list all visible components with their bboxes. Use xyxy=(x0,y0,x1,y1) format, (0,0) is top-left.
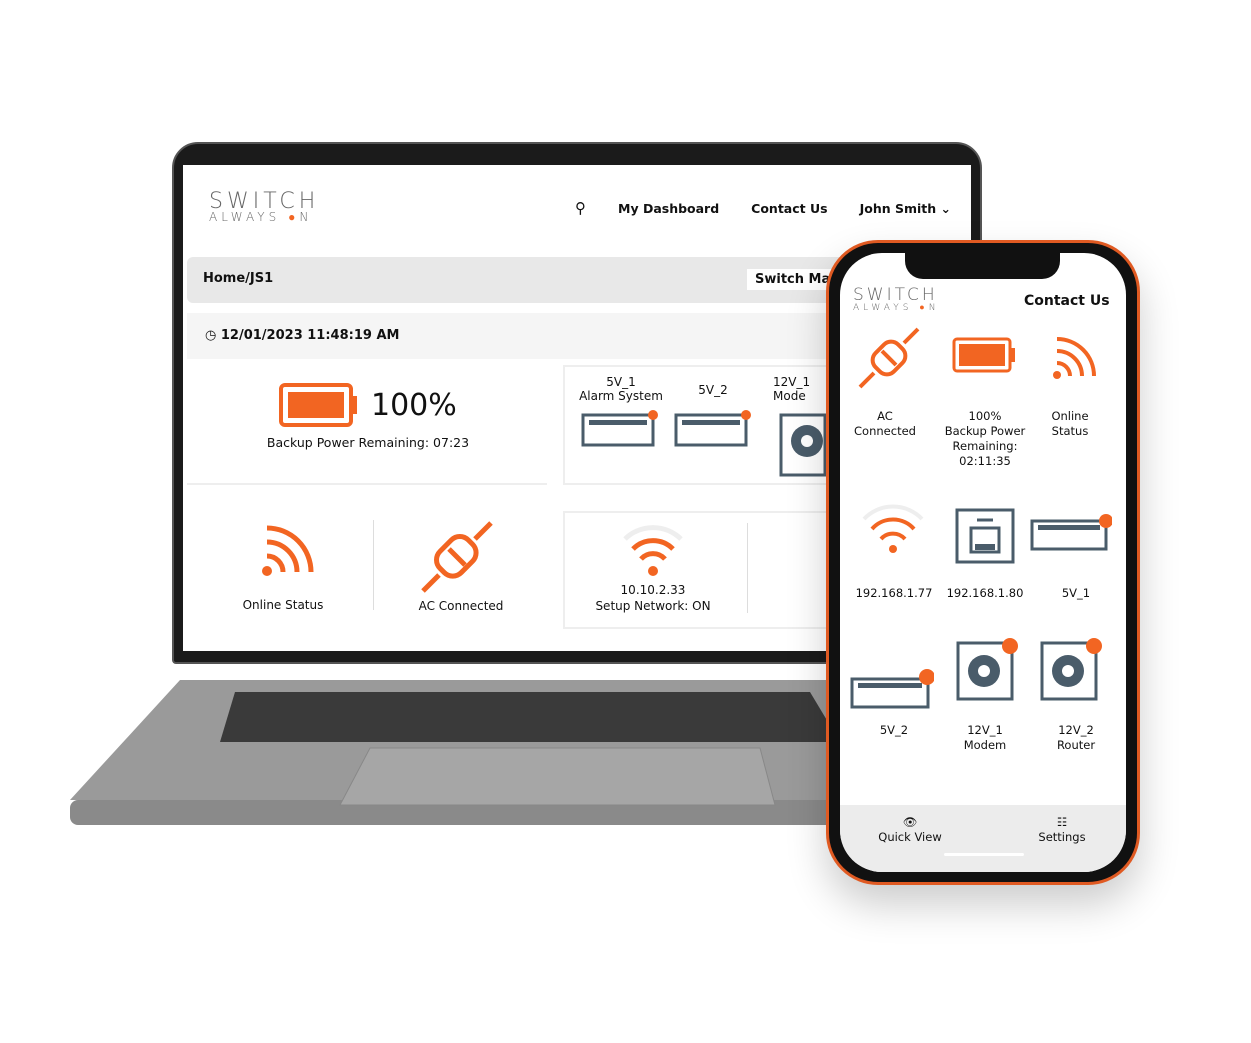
battery-icon xyxy=(952,337,1015,373)
tab-settings[interactable]: ☷ Settings xyxy=(1012,815,1112,845)
online-status-icon xyxy=(262,525,314,576)
ac-plug-icon xyxy=(421,521,493,593)
online-status-icon xyxy=(1053,337,1096,379)
ac-plug-icon xyxy=(858,327,920,389)
usb-port-icon[interactable] xyxy=(850,663,934,713)
nav-my-dashboard[interactable]: My Dashboard xyxy=(618,201,719,216)
usb-port-icon[interactable] xyxy=(1030,511,1112,551)
eye-icon: 👁 xyxy=(902,815,918,829)
phone-notch xyxy=(905,253,1060,279)
laptop-base xyxy=(70,680,910,825)
ethernet-port-icon xyxy=(955,508,1015,564)
search-icon[interactable]: ⚲ xyxy=(575,199,586,217)
sliders-icon: ☷ xyxy=(1056,815,1068,829)
breadcrumb[interactable]: Home/JS1 xyxy=(203,271,273,286)
user-menu[interactable]: John Smith ⌄ xyxy=(860,201,951,216)
battery-status: 100% xyxy=(279,383,457,427)
nav-contact-us[interactable]: Contact Us xyxy=(751,201,827,216)
clock-icon: ◷ xyxy=(205,328,217,343)
logo: SWITCH ALWAYS ●N xyxy=(853,285,940,313)
dc-port-icon[interactable] xyxy=(779,413,829,479)
home-indicator xyxy=(944,853,1024,856)
battery-icon xyxy=(279,383,357,427)
tab-bar: 👁 Quick View ☷ Settings xyxy=(840,805,1126,872)
usb-port-icon[interactable] xyxy=(581,409,661,449)
wifi-icon xyxy=(623,525,683,576)
dc-port-icon[interactable] xyxy=(956,637,1020,701)
logo: SWITCH ALWAYS ●N xyxy=(209,189,320,224)
usb-port-icon[interactable] xyxy=(674,409,754,449)
wifi-icon xyxy=(862,504,924,553)
chevron-down-icon: ⌄ xyxy=(940,200,951,216)
phone-screen: SWITCH ALWAYS ●N Contact Us AC Connected … xyxy=(840,253,1126,872)
contact-us-link[interactable]: Contact Us xyxy=(1024,293,1110,309)
dc-port-icon[interactable] xyxy=(1040,637,1104,701)
tab-quick-view[interactable]: 👁 Quick View xyxy=(860,815,960,845)
